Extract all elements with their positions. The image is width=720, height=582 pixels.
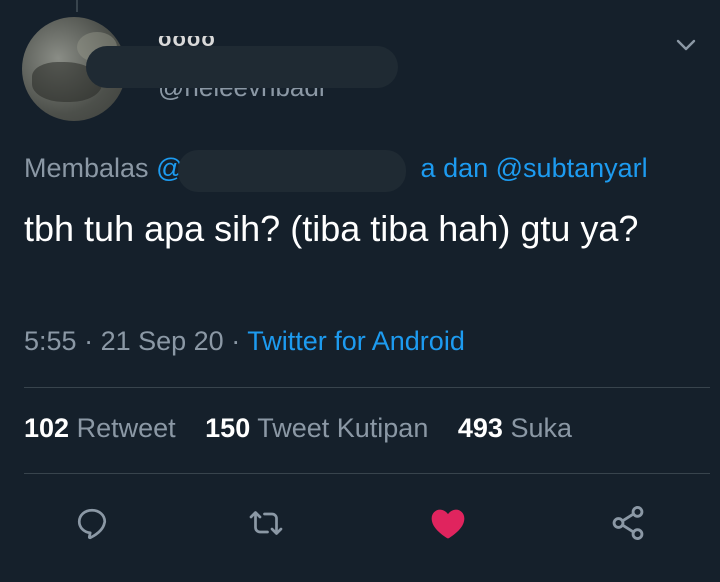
share-icon xyxy=(612,506,644,540)
reply-icon xyxy=(77,508,107,540)
quotes-stat[interactable]: 150 Tweet Kutipan xyxy=(205,413,436,443)
mention-redaction xyxy=(178,150,406,192)
divider-bottom xyxy=(24,473,710,474)
tweet-meta: 5:55 · 21 Sep 20 · Twitter for Android xyxy=(24,325,465,357)
reply-connector: dan xyxy=(443,153,489,183)
reply-mention-second[interactable]: @subtanyarl xyxy=(496,153,648,183)
retweet-button[interactable] xyxy=(246,503,286,543)
tweet-text: tbh tuh apa sih? (tiba tiba hah) gtu ya? xyxy=(24,208,639,249)
name-redaction xyxy=(86,46,398,88)
author-name[interactable]: oooo xyxy=(158,36,278,46)
likes-count: 493 xyxy=(457,413,503,443)
retweets-count: 102 xyxy=(24,413,70,443)
tweet-date: 21 Sep 20 xyxy=(100,326,224,356)
tweet-stats: 102 Retweet 150 Tweet Kutipan 493 Suka xyxy=(24,412,594,444)
reply-button[interactable] xyxy=(72,503,112,543)
reply-mention-first-end[interactable]: a xyxy=(421,153,436,183)
meta-separator: · xyxy=(231,326,241,356)
likes-stat[interactable]: 493 Suka xyxy=(458,413,572,443)
quotes-label: Tweet Kutipan xyxy=(257,413,429,443)
retweets-stat[interactable]: 102 Retweet xyxy=(24,413,183,443)
quotes-count: 150 xyxy=(205,413,251,443)
author-handle[interactable]: @heleevnbadi xyxy=(158,88,358,104)
reply-prefix: Membalas xyxy=(24,153,149,183)
action-bar xyxy=(0,503,720,543)
retweets-label: Retweet xyxy=(76,413,176,443)
likes-label: Suka xyxy=(510,413,572,443)
like-button[interactable] xyxy=(428,503,468,543)
chevron-down-icon[interactable] xyxy=(675,34,697,56)
author-handle-text: @heleevnbadi xyxy=(158,88,358,100)
meta-separator: · xyxy=(84,326,94,356)
heart-icon xyxy=(431,509,465,539)
author-name-text: oooo xyxy=(158,36,278,46)
share-button[interactable] xyxy=(608,503,648,543)
divider-top xyxy=(24,387,710,388)
retweet-icon xyxy=(249,511,283,535)
tweet-time: 5:55 xyxy=(24,326,77,356)
thread-connector-line xyxy=(76,0,78,12)
tweet-source[interactable]: Twitter for Android xyxy=(247,326,465,356)
